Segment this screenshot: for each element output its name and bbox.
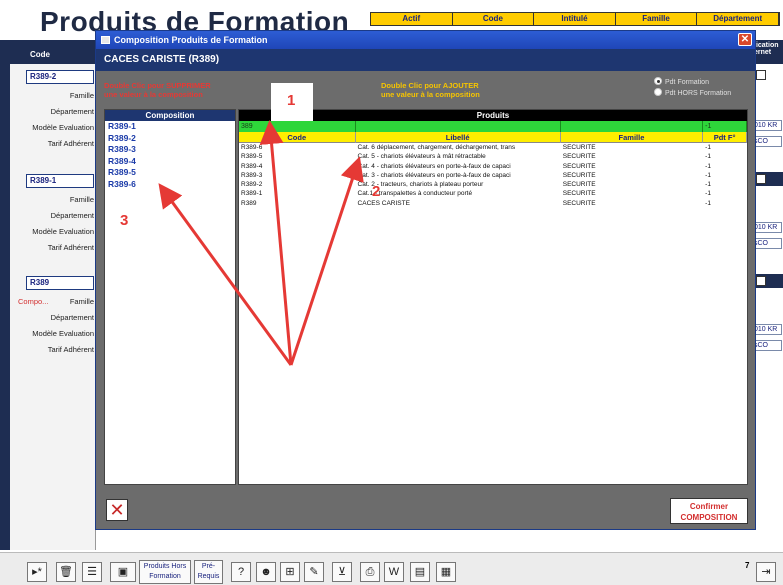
arrow-to-composition — [158, 183, 293, 366]
arrow-to-table — [289, 156, 364, 366]
arrow-to-filter — [259, 120, 293, 366]
annotation-arrows — [158, 120, 364, 366]
